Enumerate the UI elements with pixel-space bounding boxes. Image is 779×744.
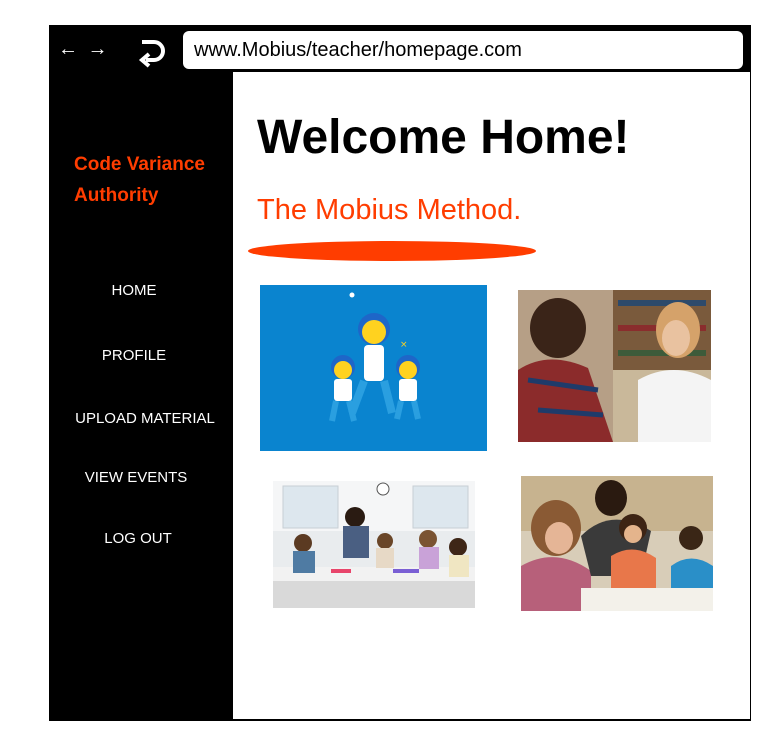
sidebar-item-upload-material[interactable]: UPLOAD MATERIAL — [70, 410, 220, 427]
sidebar-item-view-events[interactable]: VIEW EVENTS — [61, 469, 211, 486]
svg-text:×: × — [400, 340, 408, 350]
page-subtitle: The Mobius Method. — [257, 194, 522, 226]
brand-line-2: Authority — [74, 185, 159, 206]
page-title: Welcome Home! — [257, 111, 630, 164]
sidebar-item-profile[interactable]: PROFILE — [59, 347, 209, 364]
back-forward-icon[interactable]: ← → — [58, 38, 110, 61]
reload-icon[interactable] — [138, 36, 168, 68]
teacher-student-photo — [518, 290, 711, 442]
sidebar-item-home[interactable]: HOME — [59, 282, 209, 299]
url-bar[interactable]: www.Mobius/teacher/homepage.com — [183, 31, 743, 69]
students-writing-photo — [521, 476, 713, 611]
accent-underline — [248, 241, 536, 261]
brand-logo-text: Code Variance Authority — [74, 149, 234, 211]
sidebar-item-log-out[interactable]: LOG OUT — [63, 530, 213, 547]
classroom-photo — [273, 481, 475, 608]
children-illustration: × — [260, 285, 487, 451]
brand-line-1: Code Variance — [74, 154, 205, 175]
